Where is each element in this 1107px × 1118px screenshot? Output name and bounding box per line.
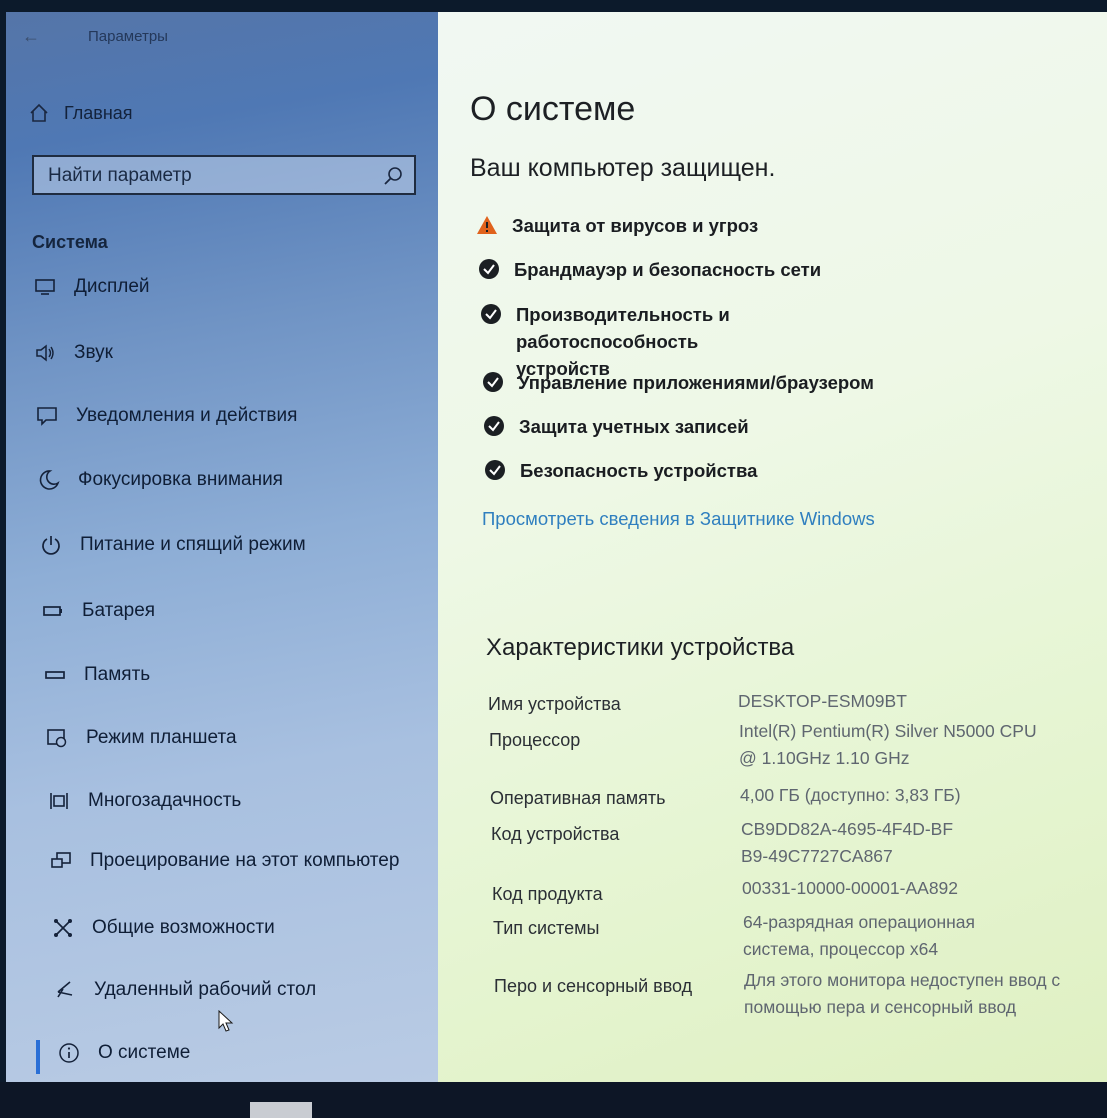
- sidebar-item-label: Звук: [74, 342, 113, 363]
- sidebar-item-label: Общие возможности: [92, 917, 275, 938]
- security-item-label: Управление приложениями/браузером: [518, 372, 874, 393]
- sidebar-item-about[interactable]: О системе: [58, 1042, 190, 1064]
- sidebar-item-label: Многозадачность: [88, 790, 242, 811]
- sidebar-item-label: Удаленный рабочий стол: [94, 979, 317, 1000]
- sidebar-item-label: Батарея: [82, 600, 156, 621]
- sidebar-item-tablet[interactable]: Режим планшета: [46, 727, 237, 749]
- sidebar-item-label: Фокусировка внимания: [78, 469, 283, 490]
- taskbar-button[interactable]: [250, 1102, 312, 1118]
- sidebar-item-storage[interactable]: Память: [44, 664, 150, 686]
- sidebar-item-label: Режим планшета: [86, 727, 237, 748]
- title-bar: ← Параметры: [6, 12, 438, 62]
- sound-icon: [34, 342, 56, 364]
- storage-icon: [44, 664, 66, 686]
- check-circle-icon: [483, 372, 503, 392]
- project-icon: [50, 850, 72, 872]
- sidebar-item-notifications[interactable]: Уведомления и действия: [36, 405, 297, 427]
- protection-status-title: Ваш компьютер защищен.: [470, 154, 776, 182]
- check-circle-icon: [485, 460, 505, 480]
- security-item-account[interactable]: Защита учетных записей: [483, 413, 749, 440]
- spec-value: CB9DD82A-4695-4F4D-BFB9-49C7727CA867: [741, 819, 954, 866]
- tablet-icon: [46, 727, 68, 749]
- spec-label: Код продукта: [492, 884, 603, 904]
- sidebar-item-battery[interactable]: Батарея: [42, 600, 155, 622]
- spec-label: Тип системы: [493, 918, 600, 938]
- sidebar-item-multitasking[interactable]: Многозадачность: [48, 790, 241, 812]
- security-item-label: Защита от вирусов и угроз: [512, 215, 759, 236]
- info-icon: [58, 1042, 80, 1064]
- security-item-label: Безопасность устройства: [520, 460, 758, 481]
- search-input[interactable]: [46, 163, 370, 189]
- security-item-label: Брандмауэр и безопасность сети: [514, 259, 822, 280]
- spec-value: Для этого монитора недоступен ввод с пом…: [744, 970, 1061, 1017]
- home-icon: [30, 103, 48, 122]
- sidebar-item-label: Уведомления и действия: [76, 405, 298, 426]
- nav-home-label: Главная: [64, 102, 133, 123]
- window-title: Параметры: [88, 28, 168, 45]
- specs-title: Характеристики устройства: [486, 634, 795, 661]
- active-indicator: [36, 1040, 40, 1074]
- security-item-label: Защита учетных записей: [519, 416, 749, 437]
- sidebar-item-sound[interactable]: Звук: [34, 342, 113, 364]
- power-icon: [40, 534, 62, 556]
- nav-home[interactable]: Главная: [28, 102, 133, 124]
- settings-window: ← Параметры Главная Система Дисплей Звук…: [6, 12, 1107, 1082]
- spec-label: Код устройства: [491, 824, 620, 844]
- moon-icon: [38, 469, 60, 491]
- security-item-virus[interactable]: Защита от вирусов и угроз: [476, 212, 758, 239]
- battery-icon: [42, 600, 64, 622]
- shared-icon: [52, 917, 74, 939]
- spec-label: Оперативная память: [490, 788, 666, 808]
- sidebar-item-label: Дисплей: [74, 276, 150, 297]
- spec-label: Процессор: [489, 730, 581, 750]
- spec-label: Перо и сенсорный ввод: [494, 976, 693, 996]
- search-icon[interactable]: [382, 165, 404, 187]
- warning-icon: [477, 216, 497, 234]
- sidebar-item-remote-desktop[interactable]: Удаленный рабочий стол: [54, 979, 316, 1001]
- display-icon: [34, 276, 56, 298]
- multitask-icon: [48, 790, 70, 812]
- back-arrow-icon[interactable]: ←: [22, 26, 40, 47]
- check-circle-icon: [481, 304, 501, 324]
- spec-value: 00331-10000-00001-AA892: [742, 878, 959, 898]
- page-title: О системе: [470, 90, 636, 128]
- security-item-firewall[interactable]: Брандмауэр и безопасность сети: [478, 256, 821, 283]
- defender-link[interactable]: Просмотреть сведения в Защитнике Windows: [482, 508, 875, 530]
- mouse-cursor-icon: [218, 1010, 234, 1032]
- section-title: Система: [32, 232, 108, 252]
- sidebar-item-label: Память: [84, 664, 151, 685]
- check-circle-icon: [484, 416, 504, 436]
- security-item-device[interactable]: Безопасность устройства: [484, 457, 757, 484]
- search-box[interactable]: [32, 155, 416, 195]
- sidebar: ← Параметры Главная Система Дисплей Звук…: [6, 12, 438, 1082]
- check-circle-icon: [479, 259, 499, 279]
- notifications-icon: [36, 405, 58, 427]
- sidebar-item-focus[interactable]: Фокусировка внимания: [38, 469, 283, 491]
- spec-label: Имя устройства: [488, 694, 621, 714]
- spec-value: 4,00 ГБ (доступно: 3,83 ГБ): [740, 785, 961, 805]
- sidebar-item-label: О системе: [98, 1042, 191, 1063]
- spec-value: DESKTOP-ESM09BT: [738, 691, 907, 711]
- sidebar-item-projecting[interactable]: Проецирование на этот компьютер: [50, 850, 399, 872]
- sidebar-item-display[interactable]: Дисплей: [34, 276, 150, 298]
- remote-icon: [54, 979, 76, 1001]
- spec-value: 64-разрядная операционная система, проце…: [743, 912, 976, 959]
- sidebar-item-label: Питание и спящий режим: [80, 534, 306, 555]
- sidebar-item-shared[interactable]: Общие возможности: [52, 917, 275, 939]
- taskbar: [0, 1082, 1107, 1118]
- spec-value: Intel(R) Pentium(R) Silver N5000 CPU @ 1…: [739, 721, 1037, 768]
- sidebar-item-power[interactable]: Питание и спящий режим: [40, 534, 306, 556]
- sidebar-item-label: Проецирование на этот компьютер: [90, 850, 400, 871]
- security-item-app-browser[interactable]: Управление приложениями/браузером: [482, 369, 874, 396]
